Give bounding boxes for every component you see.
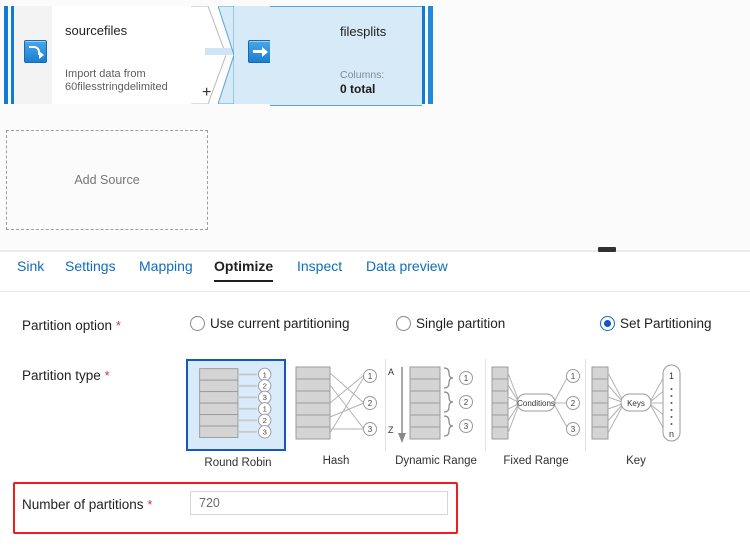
source-node-icon-bar: [14, 6, 53, 104]
tab-bar-divider: [0, 291, 750, 292]
sink-node[interactable]: filesplits Columns: 0 total: [218, 6, 434, 106]
partition-type-fixed-range-label: Fixed Range: [503, 455, 569, 467]
sink-node-columns-label: Columns:: [340, 69, 385, 81]
svg-text:A: A: [388, 367, 394, 377]
panel-resize-handle[interactable]: [598, 247, 616, 252]
radio-indicator[interactable]: [190, 316, 205, 331]
add-source-label: Add Source: [74, 173, 140, 187]
tab-sink[interactable]: Sink: [17, 258, 44, 280]
svg-text:3: 3: [571, 425, 576, 434]
source-import-icon: [24, 40, 47, 63]
add-transformation-plus-icon[interactable]: +: [202, 85, 211, 101]
sink-node-icon-bar: [234, 6, 271, 104]
number-of-partitions-label: Number of partitions *: [22, 497, 152, 512]
number-of-partitions-input[interactable]: [190, 491, 448, 515]
partition-type-key-label: Key: [626, 455, 646, 467]
svg-text:n: n: [669, 429, 674, 439]
dataflow-canvas[interactable]: sourcefiles Import data from 60filesstri…: [0, 0, 750, 250]
svg-text:Conditions: Conditions: [517, 399, 555, 408]
partition-type-round-robin[interactable]: 1 2 3 1 2 3 Round Robin: [186, 359, 286, 469]
svg-text:3: 3: [263, 393, 267, 402]
sink-node-stripe-outer: [428, 6, 433, 104]
partition-type-required-mark: *: [104, 368, 110, 383]
radio-single-partition[interactable]: Single partition: [396, 316, 505, 331]
radio-label: Set Partitioning: [620, 316, 712, 331]
add-source-button[interactable]: Add Source: [6, 130, 208, 230]
number-of-partitions-required-mark: *: [147, 497, 153, 512]
svg-text:1: 1: [464, 374, 469, 383]
svg-text:2: 2: [263, 416, 267, 425]
svg-text:3: 3: [368, 425, 373, 434]
svg-text:2: 2: [464, 398, 469, 407]
svg-text:1: 1: [368, 372, 373, 381]
partition-type-selector: 1 2 3 1 2 3 Round Robin 1 2 3 Hash A Z 1…: [186, 359, 686, 469]
partition-type-fixed-range[interactable]: Conditions 1 2 3 Fixed Range: [486, 359, 586, 467]
radio-label: Use current partitioning: [210, 316, 350, 331]
svg-text:3: 3: [464, 422, 469, 431]
partition-type-round-robin-label: Round Robin: [204, 457, 272, 469]
tab-inspect[interactable]: Inspect: [297, 258, 342, 280]
source-node-stripe-outer: [4, 6, 8, 104]
partition-type-dynamic-range[interactable]: A Z 1 2 3 Dynamic Range: [386, 359, 486, 467]
radio-label: Single partition: [416, 316, 506, 331]
svg-text:1: 1: [263, 405, 267, 414]
radio-set-partitioning[interactable]: Set Partitioning: [600, 316, 712, 331]
partition-type-dynamic-range-label: Dynamic Range: [395, 455, 477, 467]
tab-settings[interactable]: Settings: [65, 258, 116, 280]
source-node-title: sourcefiles: [65, 23, 128, 38]
partition-option-label-text: Partition option: [22, 318, 113, 333]
svg-text:1: 1: [263, 370, 267, 379]
sink-node-columns-value: 0 total: [340, 82, 376, 96]
sink-arrow-icon: [248, 40, 271, 63]
radio-indicator[interactable]: [600, 316, 615, 331]
sink-node-stripe-inner: [422, 6, 425, 104]
partition-type-key[interactable]: Keys 1 n Key: [586, 359, 686, 467]
panel-splitter: [0, 250, 750, 252]
partition-type-hash[interactable]: 1 2 3 Hash: [286, 359, 386, 467]
partition-option-label: Partition option *: [22, 318, 121, 333]
svg-text:1: 1: [571, 372, 576, 381]
sink-node-body: filesplits Columns: 0 total: [270, 6, 422, 106]
svg-text:Z: Z: [388, 425, 394, 435]
tab-data-preview[interactable]: Data preview: [366, 258, 448, 280]
partition-option-required-mark: *: [115, 318, 121, 333]
tab-optimize[interactable]: Optimize: [214, 258, 274, 282]
sink-node-title: filesplits: [340, 24, 387, 39]
svg-text:1: 1: [669, 371, 674, 381]
source-node[interactable]: sourcefiles Import data from 60filesstri…: [4, 6, 226, 104]
partition-type-label: Partition type *: [22, 368, 110, 383]
tab-mapping[interactable]: Mapping: [139, 258, 193, 280]
number-of-partitions-label-text: Number of partitions: [22, 497, 144, 512]
radio-use-current-partitioning[interactable]: Use current partitioning: [190, 316, 350, 331]
svg-text:3: 3: [263, 428, 267, 437]
svg-text:2: 2: [263, 382, 267, 391]
tab-bar: Sink Settings Mapping Optimize Inspect Data p…: [0, 258, 750, 292]
partition-type-label-text: Partition type: [22, 368, 101, 383]
radio-indicator[interactable]: [396, 316, 411, 331]
svg-text:2: 2: [571, 399, 576, 408]
svg-text:2: 2: [368, 399, 373, 408]
svg-text:Keys: Keys: [627, 399, 645, 408]
partition-type-hash-label: Hash: [322, 455, 350, 467]
